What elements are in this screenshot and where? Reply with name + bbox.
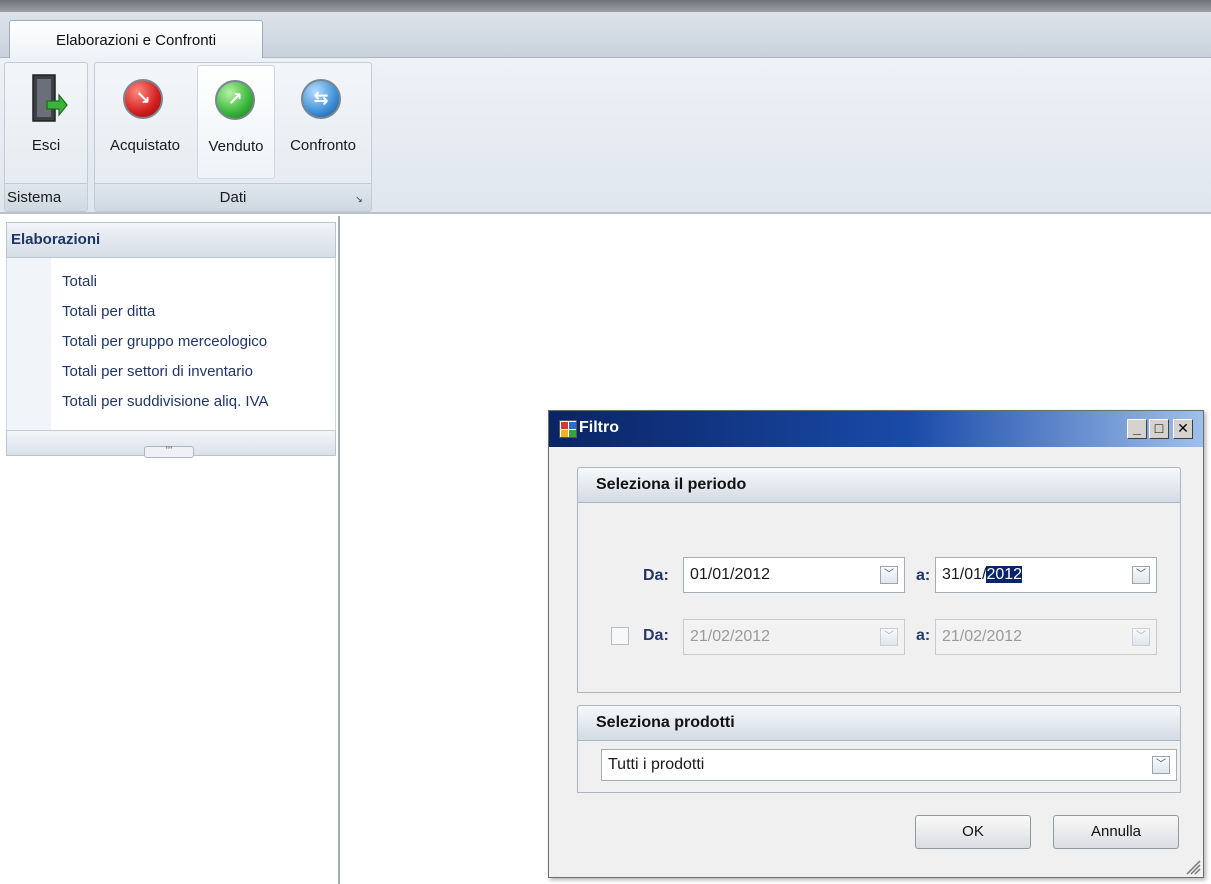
list-item-totali-aliq-iva[interactable]: Totali per suddivisione aliq. IVA	[62, 393, 269, 410]
dialog-window-icon	[559, 420, 577, 438]
periodo-section-body	[577, 503, 1181, 693]
chevron-down-icon[interactable]: ﹀	[880, 628, 898, 646]
a-label-2: a:	[916, 627, 931, 644]
da-label-2: Da:	[643, 627, 669, 644]
ribbon-group-sistema: Esci Sistema	[4, 62, 88, 212]
da-date-value-1: 01/01/2012	[690, 566, 771, 583]
chevron-down-icon[interactable]: ﹀	[880, 566, 898, 584]
compare-arrows-blue-icon: ⇆	[301, 79, 341, 119]
a-date-field-2[interactable]: 21/02/2012 ﹀	[935, 619, 1157, 655]
ribbon-group-dati: ↘ Acquistato ↗ Venduto ⇆ Confronto Dati …	[94, 62, 372, 212]
chevron-down-icon[interactable]: ﹀	[1152, 756, 1170, 774]
a-label-1: a:	[916, 567, 931, 584]
list-item-totali[interactable]: Totali	[62, 273, 97, 290]
da-date-field-2[interactable]: 21/02/2012 ﹀	[683, 619, 905, 655]
elaborazioni-list-gutter	[7, 258, 51, 430]
maximize-icon[interactable]: □	[1149, 419, 1169, 439]
arrow-down-right-red-icon: ↘	[123, 79, 163, 119]
periodo-section-header: Seleziona il periodo	[577, 467, 1181, 503]
resize-grip-icon[interactable]	[1181, 855, 1201, 875]
a-date-value-2: 21/02/2012	[942, 628, 1023, 645]
venduto-button[interactable]: ↗ Venduto	[197, 65, 275, 179]
filtro-dialog: Filtro _ □ ✕ Seleziona il periodo Da: 01…	[548, 410, 1204, 878]
confronto-button[interactable]: ⇆ Confronto	[277, 65, 369, 179]
prodotti-select-value: Tutti i prodotti	[608, 756, 705, 773]
chevron-down-icon[interactable]: ﹀	[1132, 628, 1150, 646]
elaborazioni-header[interactable]: Elaborazioni	[6, 222, 336, 258]
arrow-up-right-green-icon: ↗	[215, 80, 255, 120]
list-item-totali-settori-inventario[interactable]: Totali per settori di inventario	[62, 363, 253, 380]
da-label-1: Da:	[643, 567, 669, 584]
tab-elaborazioni-confronti[interactable]: Elaborazioni e Confronti	[9, 20, 263, 60]
dialog-title-bar[interactable]: Filtro _ □ ✕	[549, 411, 1203, 447]
dialog-title: Filtro	[579, 419, 619, 436]
list-item-totali-per-ditta[interactable]: Totali per ditta	[62, 303, 155, 320]
venduto-label: Venduto	[208, 138, 264, 155]
confronto-label: Confronto	[290, 137, 356, 154]
list-item-totali-gruppo-merceologico[interactable]: Totali per gruppo merceologico	[62, 333, 267, 350]
prodotti-select[interactable]: Tutti i prodotti ﹀	[601, 749, 1177, 781]
a-date-selected-1: 2012	[986, 566, 1023, 583]
esci-label: Esci	[31, 137, 61, 154]
a-date-prefix-1: 31/01/	[942, 566, 987, 583]
chevron-down-icon[interactable]: ﹀	[1132, 566, 1150, 584]
period-compare-checkbox[interactable]	[611, 627, 629, 645]
group-label-dati: Dati	[95, 183, 371, 211]
da-date-field-1[interactable]: 01/01/2012 ﹀	[683, 557, 905, 593]
ok-button[interactable]: OK	[915, 815, 1031, 849]
panel-resize-grip-icon[interactable]: ʼʼʼ	[144, 446, 194, 458]
da-date-value-2: 21/02/2012	[690, 628, 771, 645]
esci-button[interactable]: Esci	[7, 65, 85, 179]
window-top-strip	[0, 0, 1211, 12]
exit-door-icon	[32, 74, 68, 122]
close-icon[interactable]: ✕	[1173, 419, 1193, 439]
prodotti-section-header: Seleziona prodotti	[577, 705, 1181, 741]
acquistato-button[interactable]: ↘ Acquistato	[97, 65, 193, 179]
acquistato-label: Acquistato	[109, 137, 181, 154]
minimize-icon[interactable]: _	[1127, 419, 1147, 439]
dialog-launcher-icon[interactable]: ↘	[353, 193, 365, 205]
a-date-field-1[interactable]: 31/01/2012 ﹀	[935, 557, 1157, 593]
group-label-sistema: Sistema	[5, 183, 87, 211]
annulla-button[interactable]: Annulla	[1053, 815, 1179, 849]
